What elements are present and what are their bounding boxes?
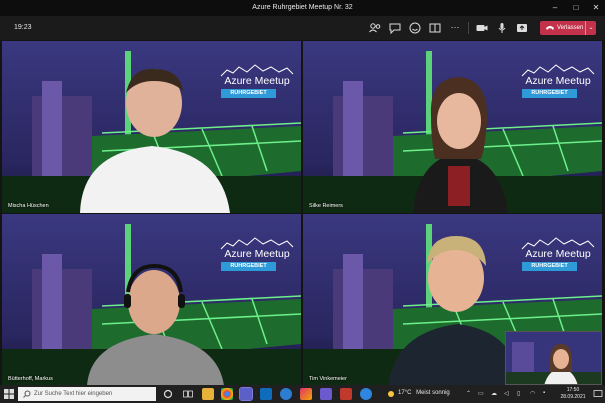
video-tile[interactable]: Azure Meetup RUHRGEBIET Silke Reimers	[303, 41, 602, 213]
leave-button[interactable]: Verlassen ⌄	[540, 21, 596, 35]
minimize-button[interactable]: –	[548, 2, 562, 14]
clock-time: 17:50	[566, 387, 580, 393]
more-options-icon[interactable]: ···	[448, 21, 462, 35]
app-icon[interactable]	[280, 388, 292, 400]
chat-icon[interactable]	[388, 21, 402, 35]
network-icon[interactable]: ▭	[478, 390, 484, 397]
camera-icon[interactable]	[475, 21, 489, 35]
battery-icon[interactable]: ▯	[517, 390, 520, 397]
microphone-icon[interactable]	[495, 21, 509, 35]
meeting-timer: 19:23	[14, 24, 32, 31]
task-view-icon[interactable]	[183, 389, 193, 399]
participant-name: Silke Reimers	[309, 203, 343, 209]
teams-meeting-window: Azure Ruhrgebiet Meetup Nr. 32 – □ ✕ 19:…	[0, 0, 605, 403]
share-screen-icon[interactable]	[515, 21, 529, 35]
weather-widget[interactable]: 17°C Meist sonnig	[398, 390, 450, 396]
azure-meetup-logo: Azure Meetup RUHRGEBIET	[219, 234, 295, 274]
maximize-button[interactable]: □	[569, 2, 583, 14]
cortana-icon[interactable]	[163, 389, 173, 399]
azure-meetup-logo: Azure Meetup RUHRGEBIET	[520, 61, 596, 101]
app-icon[interactable]	[340, 388, 352, 400]
language-icon[interactable]: ▪	[543, 390, 545, 396]
notification-icon[interactable]	[593, 389, 603, 399]
self-view-video[interactable]	[505, 331, 602, 385]
participant-name: Mischa Hüschen	[8, 203, 49, 209]
taskbar-clock[interactable]: 17:50 28.09.2021	[556, 387, 590, 401]
phone-hangup-icon	[546, 26, 554, 30]
wifi-icon[interactable]: ◠	[530, 390, 535, 397]
rooms-icon[interactable]	[428, 21, 442, 35]
reactions-icon[interactable]	[408, 21, 422, 35]
participant-name: Tim Vinkemeier	[309, 376, 347, 382]
weather-sun-icon[interactable]	[386, 389, 396, 399]
chevron-down-icon[interactable]: ⌄	[585, 21, 596, 35]
azure-meetup-logo: Azure Meetup RUHRGEBIET	[219, 61, 295, 101]
clock-date: 28.09.2021	[560, 394, 586, 400]
search-placeholder: Zur Suche Text hier eingeben	[34, 391, 113, 397]
tray-arrow-icon[interactable]: ⌃	[466, 390, 471, 397]
azure-meetup-logo: Azure Meetup RUHRGEBIET	[520, 234, 596, 274]
app-icon[interactable]	[300, 388, 312, 400]
windows-start-icon[interactable]	[4, 389, 14, 399]
toolbar-divider	[468, 22, 469, 34]
window-title: Azure Ruhrgebiet Meetup Nr. 32	[252, 4, 353, 11]
cloud-icon[interactable]: ☁	[491, 390, 497, 397]
taskbar-search-box[interactable]: Zur Suche Text hier eingeben	[18, 387, 156, 401]
close-window-button[interactable]: ✕	[589, 2, 603, 14]
self-view-image	[506, 332, 601, 384]
file-explorer-icon[interactable]	[202, 388, 214, 400]
windows-taskbar: Zur Suche Text hier eingeben 17°C Meist …	[0, 385, 605, 403]
chrome-icon[interactable]	[221, 388, 233, 400]
participants-icon[interactable]	[368, 21, 382, 35]
title-bar: Azure Ruhrgebiet Meetup Nr. 32 – □ ✕	[0, 0, 605, 16]
weather-text: Meist sonnig	[416, 390, 450, 396]
weather-temp: 17°C	[398, 390, 412, 396]
volume-icon[interactable]: ◁	[504, 390, 509, 397]
video-tile[interactable]: Azure Meetup RUHRGEBIET Bütterhoff, Mark…	[2, 214, 301, 386]
teams-icon[interactable]	[239, 387, 253, 401]
video-tile[interactable]: Azure Meetup RUHRGEBIET Mischa Hüschen	[2, 41, 301, 213]
outlook-icon[interactable]	[260, 388, 272, 400]
meeting-toolbar: 19:23 ··· Verlassen ⌄	[0, 16, 605, 40]
app-icon[interactable]	[360, 388, 372, 400]
participant-name: Bütterhoff, Markus	[8, 376, 53, 382]
leave-label: Verlassen	[557, 25, 584, 31]
app-icon[interactable]	[320, 388, 332, 400]
search-icon	[23, 390, 31, 398]
